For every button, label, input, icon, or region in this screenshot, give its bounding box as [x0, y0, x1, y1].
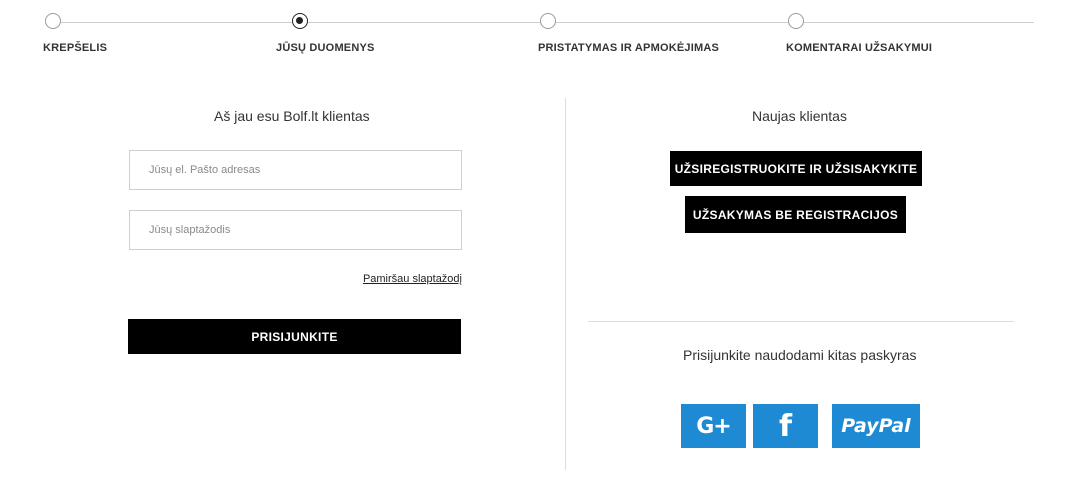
step-4-indicator [788, 13, 804, 29]
social-heading: Prisijunkite naudodami kitas paskyras [683, 347, 917, 363]
step-1-indicator [45, 13, 61, 29]
guest-checkout-button[interactable]: UŽSAKYMAS BE REGISTRACIJOS [685, 196, 906, 233]
step-1-label: KREPŠELIS [43, 42, 108, 54]
step-2-label: JŪSŲ DUOMENYS [276, 42, 375, 54]
forgot-password-link[interactable]: Pamiršau slaptažodį [363, 273, 462, 285]
step-4-label: KOMENTARAI UŽSAKYMUI [786, 42, 933, 54]
facebook-button[interactable]: f [753, 404, 818, 448]
facebook-icon: f [778, 408, 793, 444]
login-heading: Aš jau esu Bolf.lt klientas [214, 108, 370, 124]
paypal-button[interactable]: PayPal [832, 404, 920, 448]
google-plus-icon: G+ [696, 413, 731, 439]
checkout-progress: KREPŠELIS JŪSŲ DUOMENYS PRISTATYMAS IR A… [0, 0, 1082, 70]
email-field[interactable] [129, 150, 462, 190]
step-2-indicator [292, 13, 308, 29]
register-button[interactable]: UŽSIREGISTRUOKITE IR UŽSISAKYKITE [670, 151, 922, 186]
social-divider [588, 321, 1014, 322]
step-3-indicator [540, 13, 556, 29]
google-plus-button[interactable]: G+ [681, 404, 746, 448]
paypal-icon: PayPal [841, 415, 911, 437]
login-button[interactable]: PRISIJUNKITE [128, 319, 461, 354]
step-3-label: PRISTATYMAS IR APMOKĖJIMAS [538, 42, 720, 54]
new-customer-heading: Naujas klientas [752, 108, 847, 124]
column-divider [565, 98, 566, 470]
password-field[interactable] [129, 210, 462, 250]
